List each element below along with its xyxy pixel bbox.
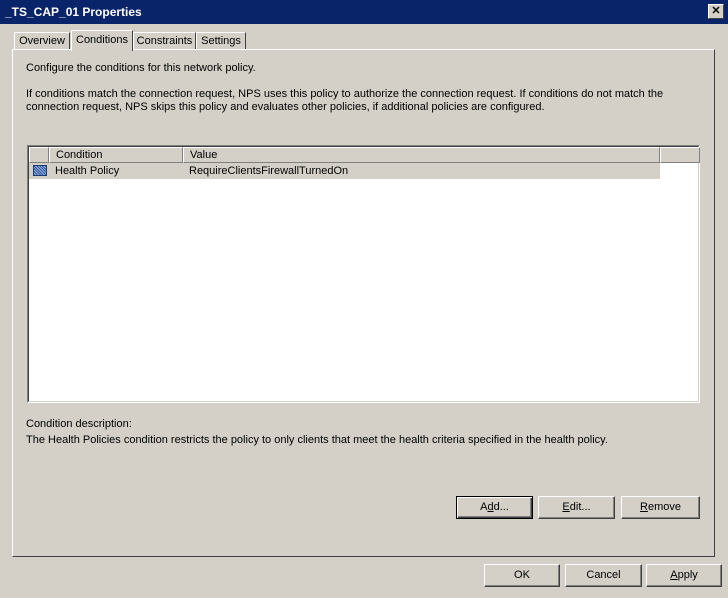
condition-description-text: The Health Policies condition restricts … bbox=[26, 434, 608, 446]
tab-overview[interactable]: Overview bbox=[14, 32, 70, 50]
row-condition: Health Policy bbox=[55, 165, 120, 177]
ok-button[interactable]: OK bbox=[484, 564, 560, 587]
explanation-line-2: connection request, NPS skips this polic… bbox=[26, 101, 545, 113]
tab-settings[interactable]: Settings bbox=[196, 32, 246, 50]
tab-constraints[interactable]: Constraints bbox=[133, 32, 196, 50]
remove-button[interactable]: Remove bbox=[621, 496, 700, 519]
apply-label-post: pply bbox=[677, 569, 698, 581]
add-button[interactable]: Add... bbox=[456, 496, 533, 519]
remove-label-accel: R bbox=[640, 501, 648, 513]
close-icon[interactable]: ✕ bbox=[708, 4, 724, 19]
row-value: RequireClientsFirewallTurnedOn bbox=[189, 165, 349, 177]
properties-dialog: _TS_CAP_01 Properties ✕ Overview Conditi… bbox=[0, 0, 728, 598]
window-title: _TS_CAP_01 Properties bbox=[5, 5, 142, 19]
table-row[interactable]: Health Policy RequireClientsFirewallTurn… bbox=[29, 163, 660, 179]
add-label-post: d... bbox=[493, 501, 509, 513]
condition-description-label: Condition description: bbox=[26, 418, 132, 430]
column-header-condition[interactable]: Condition bbox=[49, 147, 183, 163]
remove-label-post: emove bbox=[647, 501, 681, 513]
tab-conditions[interactable]: Conditions bbox=[71, 30, 133, 51]
intro-text: Configure the conditions for this networ… bbox=[26, 62, 256, 74]
conditions-list[interactable]: Condition Value Health Policy RequireCli… bbox=[27, 145, 700, 403]
apply-label-accel: A bbox=[670, 569, 678, 581]
column-header-filler bbox=[660, 147, 700, 163]
title-bar[interactable]: _TS_CAP_01 Properties ✕ bbox=[0, 0, 728, 24]
column-header-icon[interactable] bbox=[29, 147, 49, 163]
apply-button[interactable]: Apply bbox=[646, 564, 722, 587]
health-policy-icon bbox=[33, 165, 47, 176]
explanation-line-1: If conditions match the connection reque… bbox=[26, 88, 664, 100]
conditions-panel: Configure the conditions for this networ… bbox=[12, 49, 715, 557]
edit-button[interactable]: Edit... bbox=[538, 496, 615, 519]
column-header-value[interactable]: Value bbox=[183, 147, 660, 163]
edit-label-post: dit... bbox=[569, 501, 591, 513]
edit-label-accel: E bbox=[562, 501, 570, 513]
cancel-button[interactable]: Cancel bbox=[565, 564, 642, 587]
